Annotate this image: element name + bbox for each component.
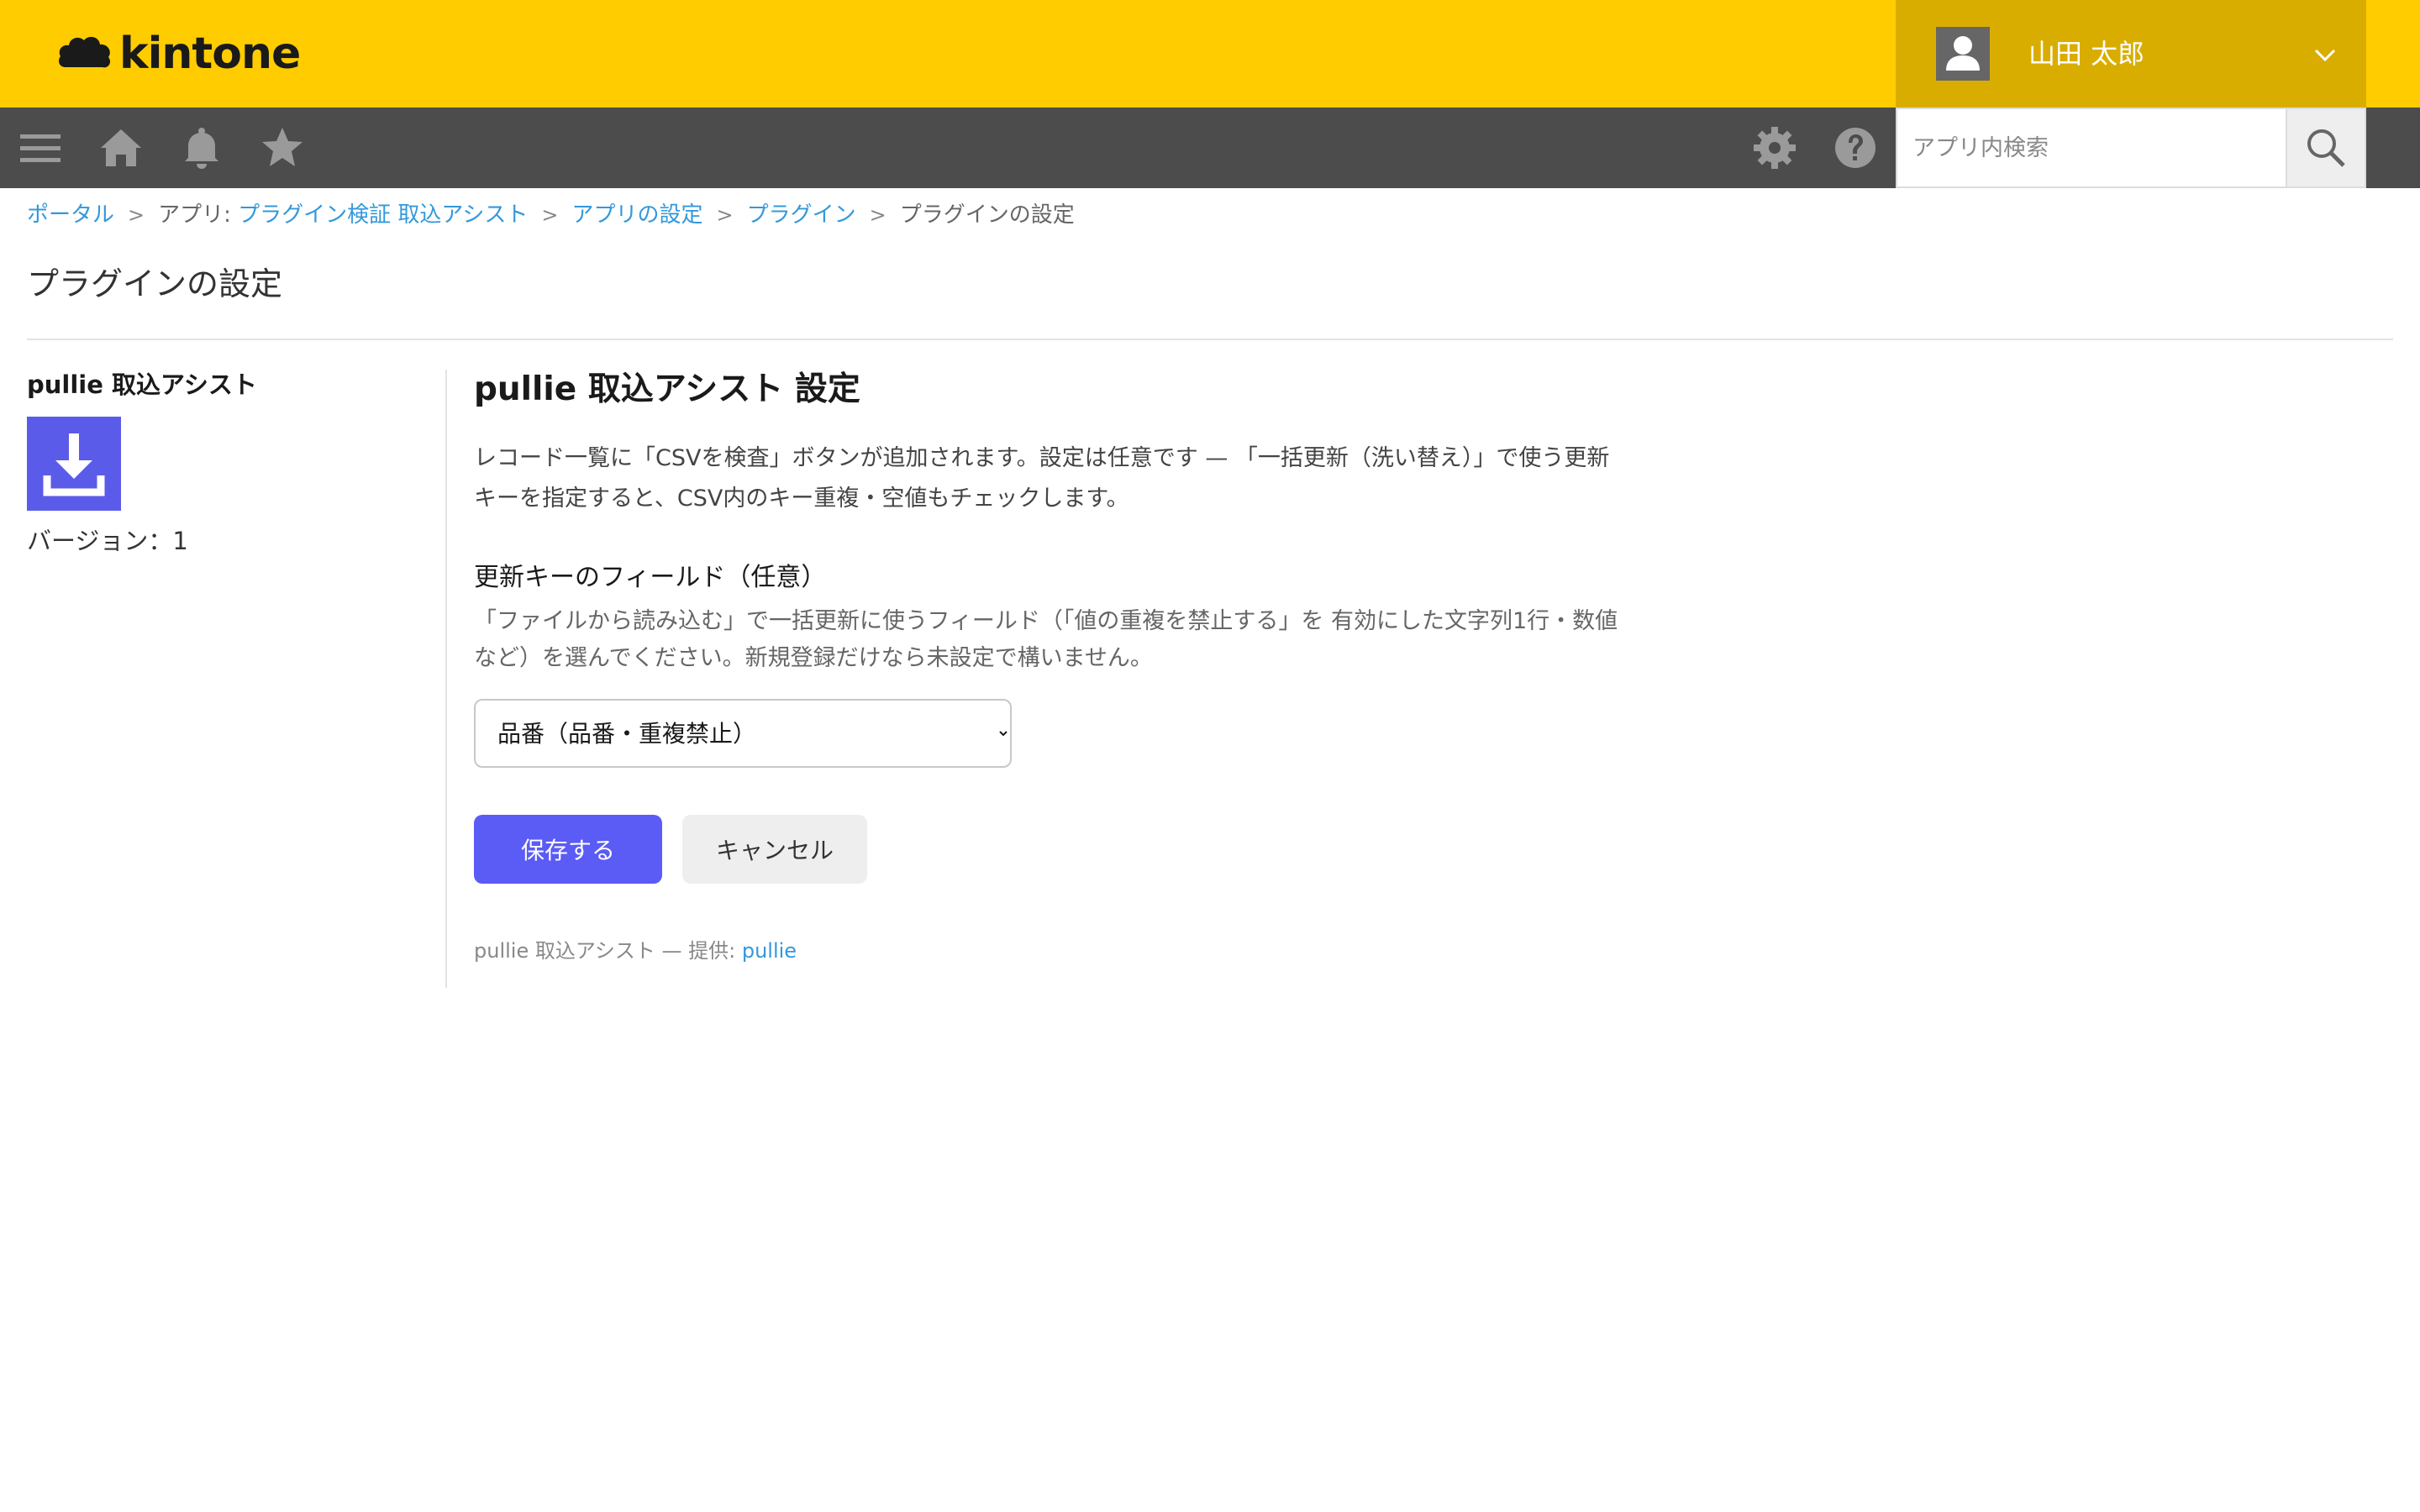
help-icon[interactable] (1832, 124, 1879, 171)
plugin-icon (27, 417, 121, 511)
cancel-button[interactable]: キャンセル (682, 815, 867, 884)
search-icon (2307, 129, 2345, 167)
breadcrumb-separator: > (541, 203, 559, 227)
gear-icon[interactable] (1751, 124, 1798, 171)
settings-title: pullie 取込アシスト 設定 (474, 370, 860, 408)
breadcrumb-app[interactable]: プラグイン検証 取込アシスト (238, 202, 528, 228)
provider-link[interactable]: pullie (742, 939, 797, 963)
settings-description: レコード一覧に「CSVを検査」ボタンが追加されます。設定は任意です — 「一括更… (474, 438, 1701, 519)
cloud-logo-icon (59, 36, 111, 68)
download-icon (43, 433, 105, 496)
save-button[interactable]: 保存する (474, 815, 662, 884)
search-button[interactable] (2286, 108, 2366, 188)
footer-credit: pullie 取込アシスト — 提供: pullie (474, 934, 797, 968)
user-icon (1946, 36, 1980, 71)
update-key-select[interactable]: 品番（品番・重複禁止） (474, 699, 1012, 768)
breadcrumb-plugins[interactable]: プラグイン (747, 202, 856, 228)
update-key-field-label: 更新キーのフィールド（任意） (474, 563, 827, 592)
breadcrumb-separator: > (128, 203, 145, 227)
help-line: 「ファイルから読み込む」で一括更新に使うフィールド（「値の重複を禁止する」を 有… (474, 608, 1618, 634)
menu-icon[interactable] (17, 124, 64, 171)
credit-text: pullie 取込アシスト — 提供: (474, 939, 742, 963)
page-title: プラグインの設定 (27, 265, 283, 302)
breadcrumb-app-settings[interactable]: アプリの設定 (572, 202, 703, 228)
home-icon[interactable] (97, 124, 145, 171)
divider (27, 339, 2393, 340)
breadcrumb-current: プラグインの設定 (899, 202, 1075, 228)
chevron-down-icon (2314, 49, 2336, 62)
app-search-input[interactable] (1896, 108, 2286, 188)
description-line: レコード一覧に「CSVを検査」ボタンが追加されます。設定は任意です — 「一括更… (474, 445, 1610, 471)
description-line: キーを指定すると、CSV内のキー重複・空値もチェックします。 (474, 486, 1129, 512)
user-menu[interactable]: 山田 太郎 (1896, 0, 2366, 108)
breadcrumb-separator: > (716, 203, 734, 227)
update-key-field-help: 「ファイルから読み込む」で一括更新に使うフィールド（「値の重複を禁止する」を 有… (474, 603, 1701, 677)
bell-icon[interactable] (178, 124, 225, 171)
user-name: 山田 太郎 (2028, 38, 2145, 70)
breadcrumb: ポータル > アプリ: プラグイン検証 取込アシスト > アプリの設定 > プラグイン > プラ… (27, 198, 1075, 232)
logo-text: kintone (119, 29, 301, 79)
avatar (1936, 27, 1990, 81)
top-bar: kintone 山田 太郎 (0, 0, 2420, 108)
column-divider (445, 370, 447, 988)
plugin-version: バージョン：1 (27, 527, 188, 555)
plugin-name: pullie 取込アシスト (27, 370, 257, 399)
breadcrumb-portal[interactable]: ポータル (27, 202, 114, 228)
breadcrumb-separator: > (869, 203, 886, 227)
kintone-logo[interactable]: kintone (57, 27, 301, 81)
breadcrumb-app-prefix: アプリ: (158, 202, 239, 228)
star-icon[interactable] (259, 124, 306, 171)
help-line: など）を選んでください。新規登録だけなら未設定で構いません。 (474, 645, 1153, 671)
